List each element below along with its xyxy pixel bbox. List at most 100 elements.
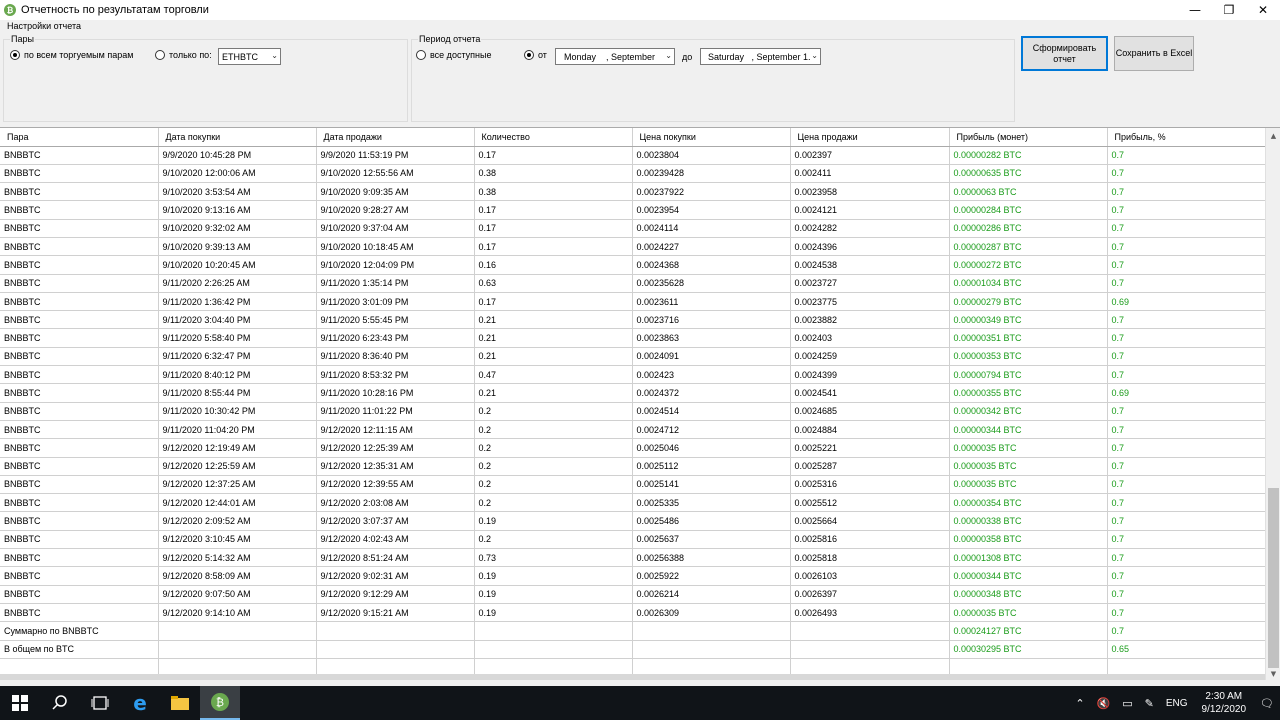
table-cell[interactable]: 9/10/2020 12:04:09 PM (316, 255, 475, 275)
table-cell[interactable]: 0.0025141 (632, 475, 791, 495)
table-cell[interactable]: 0.0026309 (632, 603, 791, 623)
table-cell[interactable]: 0.7 (1107, 219, 1266, 238)
table-cell[interactable]: 0.0025486 (632, 511, 791, 531)
table-row[interactable]: BNBBTC 9/10/2020 9:32:02 AM 9/10/2020 9:37… (0, 219, 1266, 238)
table-cell[interactable]: BNBBTC (0, 274, 159, 293)
table-row[interactable]: BNBBTC 9/10/2020 10:20:45 AM 9/10/2020 12:… (0, 255, 1266, 275)
table-cell[interactable]: 0.002423 (632, 365, 791, 385)
table-cell[interactable]: 0.7 (1107, 493, 1266, 513)
table-cell[interactable]: 9/12/2020 2:03:08 AM (316, 493, 475, 513)
table-cell[interactable]: 0.17 (474, 219, 633, 238)
table-cell[interactable]: 0.00000279 BTC (949, 292, 1108, 312)
table-cell[interactable]: 0.7 (1107, 621, 1266, 641)
table-cell[interactable]: 0.7 (1107, 274, 1266, 293)
table-cell[interactable]: В общем по BTC (0, 640, 159, 659)
table-cell[interactable]: 9/10/2020 9:28:27 AM (316, 200, 475, 220)
edge-browser-icon[interactable]: e (120, 686, 160, 720)
table-cell[interactable]: 9/11/2020 3:01:09 PM (316, 292, 475, 312)
table-cell[interactable]: 9/10/2020 10:18:45 AM (316, 237, 475, 257)
table-cell[interactable]: 0.0023863 (632, 328, 791, 348)
table-cell[interactable]: 9/11/2020 3:04:40 PM (158, 310, 317, 330)
table-cell[interactable]: 0.2 (474, 475, 633, 495)
table-cell[interactable]: 0.0023775 (790, 292, 950, 312)
table-row[interactable]: BNBBTC 9/10/2020 9:13:16 AM 9/10/2020 9:28… (0, 200, 1266, 220)
table-cell[interactable]: BNBBTC (0, 292, 159, 312)
table-cell[interactable]: 9/9/2020 11:53:19 PM (316, 146, 475, 165)
table-row[interactable]: BNBBTC 9/12/2020 12:25:59 AM 9/12/2020 12:… (0, 457, 1266, 476)
language-indicator[interactable]: ENG (1160, 698, 1194, 709)
table-cell[interactable]: 0.0025664 (790, 511, 950, 531)
table-cell[interactable]: 9/11/2020 2:26:25 AM (158, 274, 317, 293)
table-cell[interactable]: 0.00237922 (632, 182, 791, 202)
table-cell[interactable]: 0.0025512 (790, 493, 950, 513)
table-cell[interactable]: 0.00030295 BTC (949, 640, 1108, 659)
table-cell[interactable]: 0.00000287 BTC (949, 237, 1108, 257)
windows-start-icon[interactable] (0, 686, 40, 720)
table-cell[interactable]: 0.2 (474, 493, 633, 513)
table-cell[interactable]: BNBBTC (0, 182, 159, 202)
table-cell[interactable]: 0.0024368 (632, 255, 791, 275)
table-cell[interactable]: 9/12/2020 3:10:45 AM (158, 530, 317, 550)
table-cell[interactable]: 0.7 (1107, 438, 1266, 458)
table-cell[interactable]: 9/12/2020 9:12:29 AM (316, 585, 475, 604)
table-cell[interactable]: 0.69 (1107, 383, 1266, 403)
table-cell[interactable]: BNBBTC (0, 255, 159, 275)
table-cell[interactable]: 0.2 (474, 438, 633, 458)
table-cell[interactable]: 9/9/2020 10:45:28 PM (158, 146, 317, 165)
clock[interactable]: 2:30 AM 9/12/2020 (1194, 690, 1255, 716)
table-cell[interactable]: 0.002403 (790, 328, 950, 348)
table-cell[interactable]: 9/12/2020 12:25:39 AM (316, 438, 475, 458)
table-cell[interactable]: BNBBTC (0, 493, 159, 513)
horizontal-scrollbar[interactable] (0, 674, 1265, 680)
table-row[interactable]: В общем по BTC 0.00030295 BTC 0.65 (0, 640, 1266, 659)
column-header[interactable]: Дата продажи (316, 128, 475, 147)
table-cell[interactable]: 9/12/2020 12:19:49 AM (158, 438, 317, 458)
table-cell[interactable]: 0.7 (1107, 164, 1266, 184)
table-cell[interactable] (474, 640, 633, 659)
table-cell[interactable]: 0.00235628 (632, 274, 791, 293)
table-cell[interactable]: BNBBTC (0, 365, 159, 385)
table-cell[interactable]: 0.0000035 BTC (949, 603, 1108, 623)
table-cell[interactable]: 0.00000344 BTC (949, 420, 1108, 440)
table-cell[interactable]: BNBBTC (0, 219, 159, 238)
table-row[interactable]: BNBBTC 9/12/2020 12:44:01 AM 9/12/2020 2:0… (0, 493, 1266, 513)
table-cell[interactable]: 0.00000344 BTC (949, 566, 1108, 586)
table-cell[interactable]: 0.7 (1107, 310, 1266, 330)
table-cell[interactable]: 9/12/2020 12:37:25 AM (158, 475, 317, 495)
table-cell[interactable]: 0.7 (1107, 200, 1266, 220)
table-cell[interactable]: BNBBTC (0, 475, 159, 495)
table-cell[interactable]: BNBBTC (0, 164, 159, 184)
table-row[interactable]: Суммарно по BNBBTC 0.00024127 BTC 0.7 (0, 621, 1266, 641)
task-view-icon[interactable] (80, 686, 120, 720)
table-cell[interactable]: 0.00000342 BTC (949, 402, 1108, 421)
table-cell[interactable]: 0.00000355 BTC (949, 383, 1108, 403)
table-cell[interactable]: 9/11/2020 8:36:40 PM (316, 347, 475, 367)
table-cell[interactable]: 9/12/2020 12:35:31 AM (316, 457, 475, 476)
table-row[interactable]: BNBBTC 9/11/2020 5:58:40 PM 9/11/2020 6:23… (0, 328, 1266, 348)
table-cell[interactable]: 0.0024121 (790, 200, 950, 220)
table-row[interactable]: BNBBTC 9/12/2020 5:14:32 AM 9/12/2020 8:51… (0, 548, 1266, 568)
table-cell[interactable]: 0.0025046 (632, 438, 791, 458)
table-row[interactable]: BNBBTC 9/10/2020 3:53:54 AM 9/10/2020 9:09… (0, 182, 1266, 202)
table-cell[interactable]: 9/11/2020 8:53:32 PM (316, 365, 475, 385)
table-row[interactable]: BNBBTC 9/10/2020 9:39:13 AM 9/10/2020 10:1… (0, 237, 1266, 257)
table-cell[interactable]: 0.00000794 BTC (949, 365, 1108, 385)
table-cell[interactable]: 0.0024114 (632, 219, 791, 238)
table-cell[interactable]: 0.19 (474, 585, 633, 604)
table-cell[interactable]: 0.0025335 (632, 493, 791, 513)
table-cell[interactable]: 0.00000358 BTC (949, 530, 1108, 550)
table-cell[interactable]: 9/12/2020 2:09:52 AM (158, 511, 317, 531)
table-row[interactable]: BNBBTC 9/12/2020 12:37:25 AM 9/12/2020 12:… (0, 475, 1266, 495)
table-cell[interactable]: BNBBTC (0, 146, 159, 165)
table-row[interactable]: BNBBTC 9/11/2020 8:55:44 PM 9/11/2020 10:2… (0, 383, 1266, 403)
table-cell[interactable]: 9/11/2020 1:36:42 PM (158, 292, 317, 312)
table-cell[interactable]: 0.0023954 (632, 200, 791, 220)
table-cell[interactable]: BNBBTC (0, 347, 159, 367)
table-cell[interactable]: BNBBTC (0, 457, 159, 476)
table-cell[interactable]: 0.00000286 BTC (949, 219, 1108, 238)
radio-all-period[interactable]: все доступные (416, 50, 491, 60)
column-header[interactable]: Цена продажи (790, 128, 950, 147)
table-row[interactable]: BNBBTC 9/12/2020 8:58:09 AM 9/12/2020 9:02… (0, 566, 1266, 586)
table-cell[interactable]: 0.7 (1107, 585, 1266, 604)
radio-from-period[interactable]: от (524, 50, 547, 60)
